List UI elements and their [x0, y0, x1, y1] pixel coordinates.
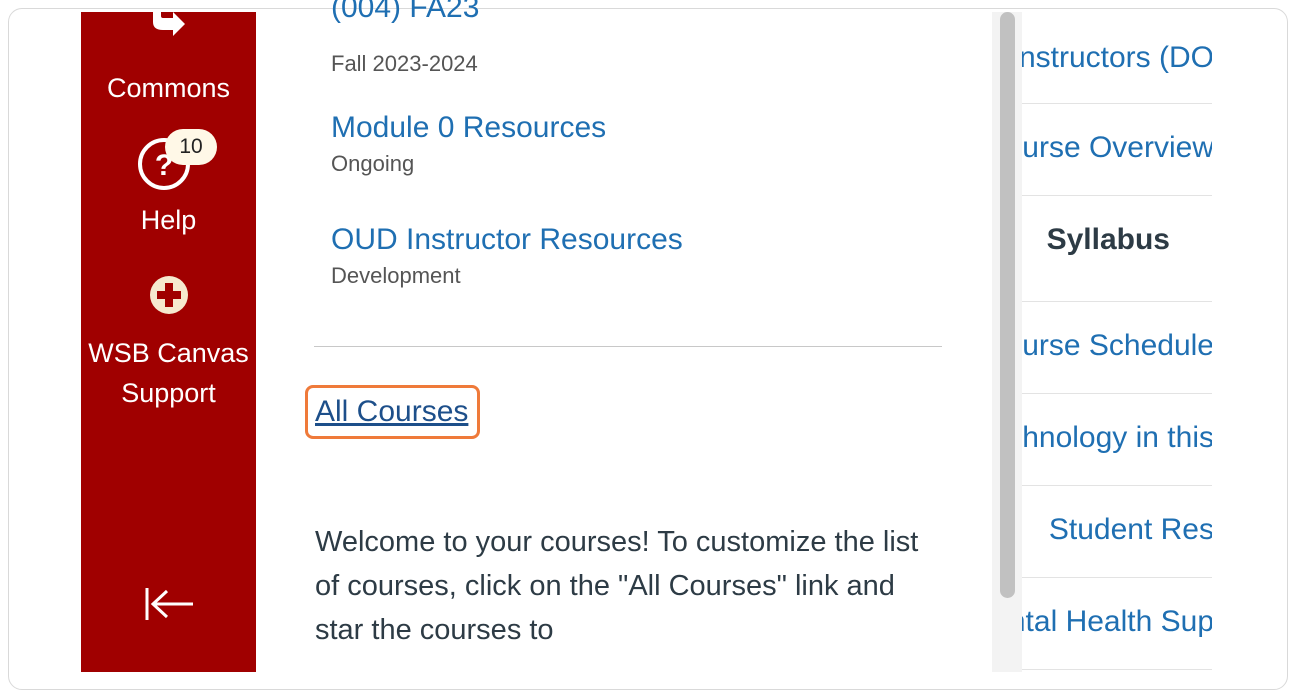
all-courses-link[interactable]: All Courses — [315, 393, 468, 431]
course-nav-item[interactable]: Syllabus — [1022, 196, 1212, 302]
course-nav-label: Syllabus — [1046, 223, 1170, 256]
course-nav-item[interactable]: Student Res — [1022, 486, 1212, 578]
help-notification-badge: 10 — [165, 129, 217, 165]
course-nav-label: Instructors (DO — [1022, 41, 1212, 74]
course-item: OUD Instructor Resources Development — [331, 222, 683, 290]
course-term: Ongoing — [331, 151, 415, 176]
courses-tray: (004) FA23 Fall 2023-2024 Module 0 Resou… — [256, 0, 986, 672]
course-nav-label: Mental Health Sup — [1022, 605, 1212, 638]
global-navigation: Commons ? 10 Help WSB Canvas Support — [81, 12, 256, 672]
course-term: Fall 2023-2024 — [331, 51, 478, 76]
course-name-partial[interactable]: (004) FA23 — [331, 0, 479, 26]
course-nav-label: Course Schedule — [1022, 329, 1212, 362]
course-nav-label: Course Overview — [1022, 131, 1212, 164]
course-item: Module 0 Resources Ongoing — [331, 110, 606, 178]
support-label-line1: WSB Canvas — [88, 338, 249, 368]
nav-item-commons[interactable]: Commons — [81, 72, 256, 104]
course-name-link[interactable]: Module 0 Resources — [331, 110, 606, 146]
course-nav-item[interactable]: Technology in this — [1022, 394, 1212, 486]
collapse-nav-icon[interactable] — [143, 586, 195, 627]
course-navigation: Instructors (DO Course Overview Syllabus… — [1022, 12, 1212, 672]
course-nav-label: Technology in this — [1022, 421, 1212, 454]
course-item: Fall 2023-2024 — [331, 46, 478, 78]
course-term: Development — [331, 263, 461, 288]
support-plus-icon[interactable] — [149, 275, 189, 320]
commons-label: Commons — [106, 73, 231, 103]
welcome-text: Welcome to your courses! To customize th… — [315, 526, 919, 646]
course-nav-item[interactable]: Instructors (DO — [1022, 12, 1212, 104]
help-label: Help — [140, 205, 197, 235]
course-nav-item[interactable]: Course Overview — [1022, 104, 1212, 196]
course-name-link[interactable]: OUD Instructor Resources — [331, 222, 683, 258]
course-nav-item[interactable]: Mental Health Sup — [1022, 578, 1212, 670]
divider — [314, 346, 942, 347]
scrollbar-thumb[interactable] — [1000, 12, 1015, 598]
nav-item-wsb-canvas-support[interactable]: WSB Canvas Support — [81, 337, 256, 409]
support-label-line2: Support — [121, 378, 216, 408]
course-nav-item[interactable]: Course Schedule — [1022, 302, 1212, 394]
nav-item-help[interactable]: Help — [81, 204, 256, 236]
course-nav-label: Student Res — [1048, 513, 1212, 546]
commons-icon[interactable] — [149, 12, 189, 49]
